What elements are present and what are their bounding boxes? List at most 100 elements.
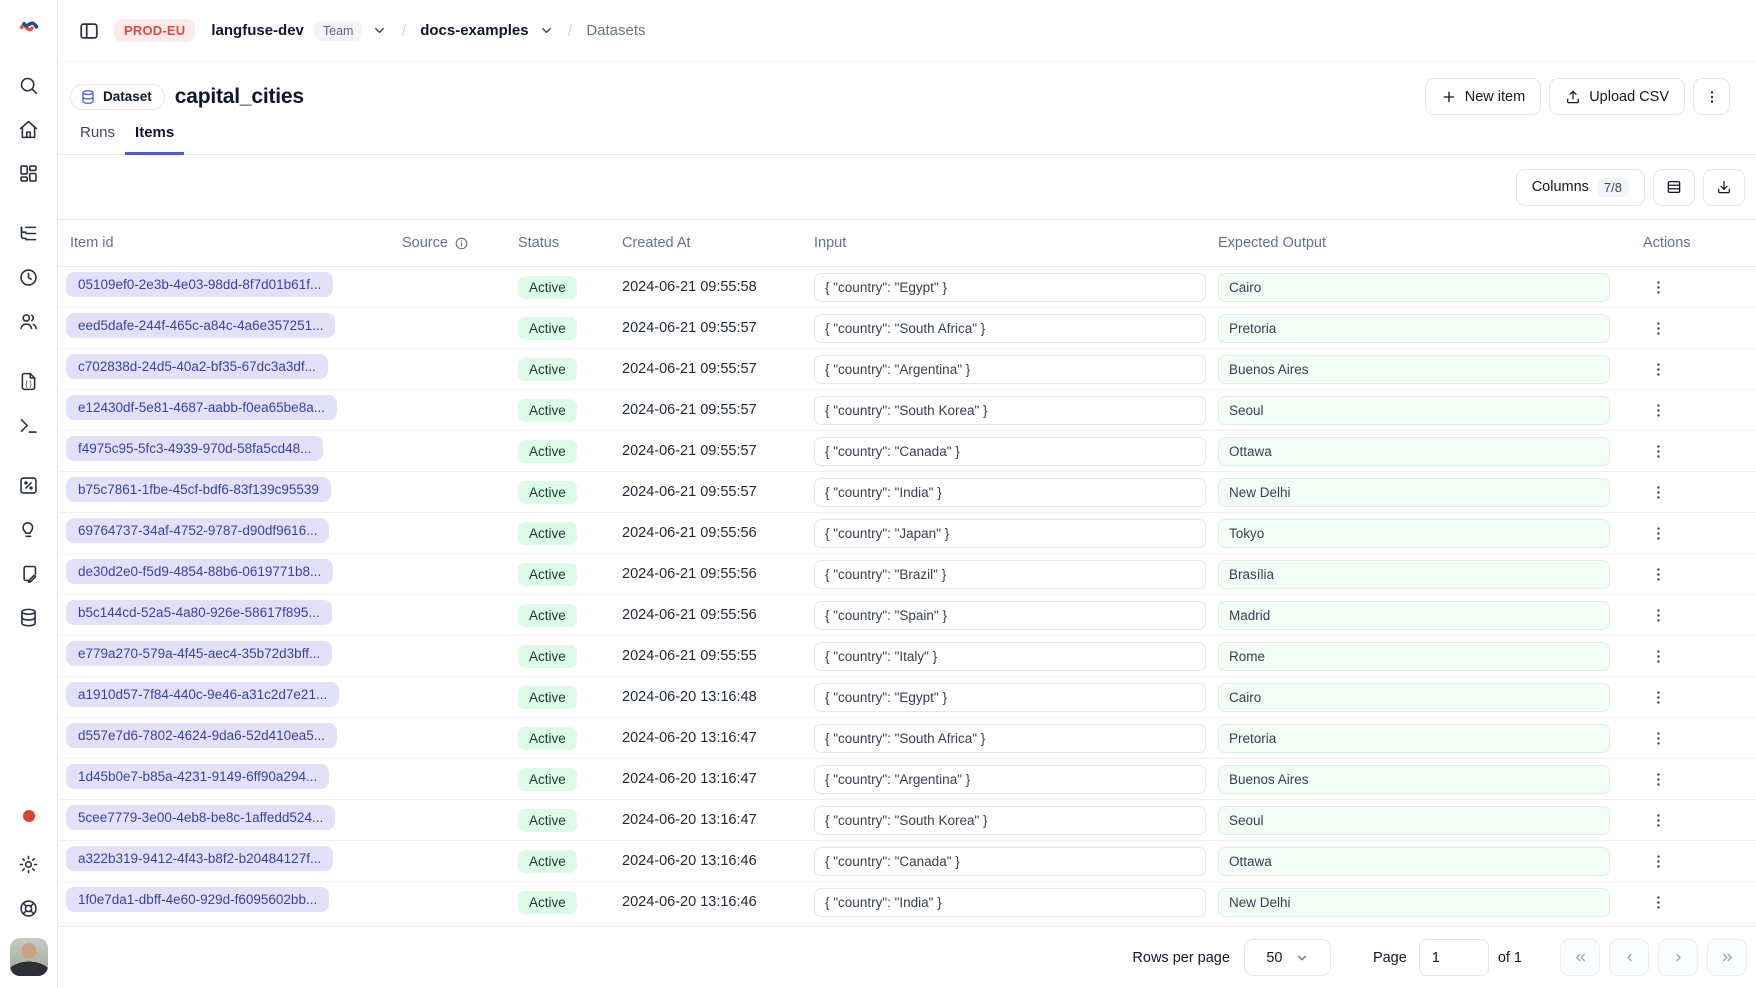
created-at-cell: 2024-06-21 09:55:55 bbox=[612, 648, 804, 664]
row-actions-button[interactable] bbox=[1643, 682, 1673, 712]
table-row[interactable]: b75c7861-1fbe-45cf-bdf6-83f139c95539 Act… bbox=[58, 472, 1756, 513]
status-badge: Active bbox=[518, 399, 577, 422]
insights-lightbulb-icon[interactable] bbox=[9, 507, 49, 551]
row-actions-button[interactable] bbox=[1643, 846, 1673, 876]
input-cell: { "country": "Japan" } bbox=[814, 519, 1206, 548]
support-lifebuoy-icon[interactable] bbox=[9, 886, 49, 930]
previous-page-button[interactable] bbox=[1609, 939, 1649, 976]
more-actions-button[interactable] bbox=[1693, 78, 1730, 115]
langfuse-logo[interactable] bbox=[16, 13, 42, 39]
table-row[interactable]: a322b319-9412-4f43-b8f2-b20484127f... Ac… bbox=[58, 841, 1756, 882]
annotation-clipboard-icon[interactable] bbox=[9, 551, 49, 595]
row-actions-button[interactable] bbox=[1643, 313, 1673, 343]
table-row[interactable]: 05109ef0-2e3b-4e03-98dd-8f7d01b61f... Ac… bbox=[58, 267, 1756, 308]
item-id-link[interactable]: d557e7d6-7802-4624-9da6-52d410ea5... bbox=[66, 723, 337, 748]
row-actions-button[interactable] bbox=[1643, 641, 1673, 671]
item-id-link[interactable]: eed5dafe-244f-465c-a84c-4a6e357251... bbox=[66, 313, 335, 338]
item-id-link[interactable]: c702838d-24d5-40a2-bf35-67dc3a3df... bbox=[66, 354, 328, 379]
org-name[interactable]: langfuse-dev bbox=[211, 22, 304, 39]
created-at-cell: 2024-06-21 09:55:57 bbox=[612, 320, 804, 336]
playground-terminal-icon[interactable] bbox=[9, 403, 49, 447]
row-actions-button[interactable] bbox=[1643, 805, 1673, 835]
item-id-link[interactable]: b5c144cd-52a5-4a80-926e-58617f895... bbox=[66, 600, 332, 625]
expected-output-cell: Buenos Aires bbox=[1218, 765, 1610, 794]
rows-per-page-select[interactable]: 50 bbox=[1244, 939, 1331, 976]
row-actions-button[interactable] bbox=[1643, 436, 1673, 466]
page-number-input[interactable] bbox=[1419, 939, 1489, 976]
row-actions-button[interactable] bbox=[1643, 395, 1673, 425]
item-id-link[interactable]: a322b319-9412-4f43-b8f2-b20484127f... bbox=[66, 846, 333, 871]
dashboard-icon[interactable] bbox=[9, 151, 49, 195]
datasets-database-icon[interactable] bbox=[9, 595, 49, 639]
org-chevron-down-icon[interactable] bbox=[372, 23, 387, 38]
row-actions-button[interactable] bbox=[1643, 518, 1673, 548]
project-chevron-down-icon[interactable] bbox=[539, 23, 554, 38]
item-id-link[interactable]: 69764737-34af-4752-9787-d90df9616... bbox=[66, 518, 329, 543]
table-row[interactable]: 69764737-34af-4752-9787-d90df9616... Act… bbox=[58, 513, 1756, 554]
item-id-link[interactable]: f4975c95-5fc3-4939-970d-58fa5cd48... bbox=[66, 436, 323, 461]
item-id-link[interactable]: b75c7861-1fbe-45cf-bdf6-83f139c95539 bbox=[66, 477, 331, 502]
table-row[interactable]: a1910d57-7f84-440c-9e46-a31c2d7e21... Ac… bbox=[58, 677, 1756, 718]
info-icon[interactable] bbox=[454, 236, 469, 251]
sessions-clock-icon[interactable] bbox=[9, 255, 49, 299]
row-actions-button[interactable] bbox=[1643, 723, 1673, 753]
table-row[interactable]: b5c144cd-52a5-4a80-926e-58617f895... Act… bbox=[58, 595, 1756, 636]
tab-items[interactable]: Items bbox=[125, 124, 184, 155]
export-button[interactable] bbox=[1703, 169, 1745, 206]
row-height-button[interactable] bbox=[1653, 169, 1695, 206]
new-item-button[interactable]: New item bbox=[1425, 78, 1541, 115]
item-id-link[interactable]: 05109ef0-2e3b-4e03-98dd-8f7d01b61f... bbox=[66, 272, 333, 297]
table-row[interactable]: 1f0e7da1-dbff-4e60-929d-f6095602bb... Ac… bbox=[58, 882, 1756, 923]
created-at-cell: 2024-06-21 09:55:56 bbox=[612, 566, 804, 582]
row-actions-button[interactable] bbox=[1643, 477, 1673, 507]
table-row[interactable]: f4975c95-5fc3-4939-970d-58fa5cd48... Act… bbox=[58, 431, 1756, 472]
project-name[interactable]: docs-examples bbox=[420, 22, 528, 39]
table-row[interactable]: e779a270-579a-4f45-aec4-35b72d3bff... Ac… bbox=[58, 636, 1756, 677]
row-actions-button[interactable] bbox=[1643, 600, 1673, 630]
item-id-link[interactable]: de30d2e0-f5d9-4854-88b6-0619771b8... bbox=[66, 559, 333, 584]
item-id-link[interactable]: 1f0e7da1-dbff-4e60-929d-f6095602bb... bbox=[66, 887, 329, 912]
kebab-icon bbox=[1650, 812, 1667, 829]
table-row[interactable]: e12430df-5e81-4687-aabb-f0ea65be8a... Ac… bbox=[58, 390, 1756, 431]
input-cell: { "country": "Canada" } bbox=[814, 437, 1206, 466]
next-page-button[interactable] bbox=[1658, 939, 1698, 976]
row-actions-button[interactable] bbox=[1643, 354, 1673, 384]
evaluation-percent-icon[interactable] bbox=[9, 463, 49, 507]
table-row[interactable]: 5cee7779-3e00-4eb8-be8c-1affedd524... Ac… bbox=[58, 800, 1756, 841]
table-row[interactable]: c702838d-24d5-40a2-bf35-67dc3a3df... Act… bbox=[58, 349, 1756, 390]
table-row[interactable]: eed5dafe-244f-465c-a84c-4a6e357251... Ac… bbox=[58, 308, 1756, 349]
table-row[interactable]: 1d45b0e7-b85a-4231-9149-6ff90a294... Act… bbox=[58, 759, 1756, 800]
created-at-cell: 2024-06-21 09:55:57 bbox=[612, 361, 804, 377]
item-id-link[interactable]: e12430df-5e81-4687-aabb-f0ea65be8a... bbox=[66, 395, 337, 420]
row-actions-button[interactable] bbox=[1643, 887, 1673, 917]
upload-csv-label: Upload CSV bbox=[1589, 89, 1669, 105]
row-actions-button[interactable] bbox=[1643, 559, 1673, 589]
upload-csv-button[interactable]: Upload CSV bbox=[1549, 78, 1685, 115]
status-badge: Active bbox=[518, 891, 577, 914]
header-actions: New item Upload CSV bbox=[1425, 78, 1730, 115]
home-icon[interactable] bbox=[9, 107, 49, 151]
table-row[interactable]: de30d2e0-f5d9-4854-88b6-0619771b8... Act… bbox=[58, 554, 1756, 595]
traces-icon[interactable] bbox=[9, 211, 49, 255]
row-actions-button[interactable] bbox=[1643, 764, 1673, 794]
row-actions-button[interactable] bbox=[1643, 272, 1673, 302]
prompts-file-icon[interactable]: { } bbox=[9, 359, 49, 403]
last-page-button[interactable] bbox=[1707, 939, 1747, 976]
tab-runs[interactable]: Runs bbox=[70, 124, 125, 155]
item-id-link[interactable]: 1d45b0e7-b85a-4231-9149-6ff90a294... bbox=[66, 764, 329, 789]
chevron-left-icon bbox=[1622, 950, 1637, 965]
search-icon[interactable] bbox=[9, 63, 49, 107]
record-dot-icon[interactable] bbox=[23, 810, 35, 822]
item-id-link[interactable]: 5cee7779-3e00-4eb8-be8c-1affedd524... bbox=[66, 805, 335, 830]
panel-toggle-icon[interactable] bbox=[74, 16, 104, 46]
users-icon[interactable] bbox=[9, 299, 49, 343]
item-id-link[interactable]: a1910d57-7f84-440c-9e46-a31c2d7e21... bbox=[66, 682, 339, 707]
table-row[interactable]: d557e7d6-7802-4624-9da6-52d410ea5... Act… bbox=[58, 718, 1756, 759]
col-header-item-id: Item id bbox=[58, 235, 392, 251]
columns-button[interactable]: Columns 7/8 bbox=[1516, 169, 1645, 206]
first-page-button[interactable] bbox=[1560, 939, 1600, 976]
user-avatar[interactable] bbox=[10, 938, 48, 976]
item-id-link[interactable]: e779a270-579a-4f45-aec4-35b72d3bff... bbox=[66, 641, 332, 666]
expected-output-cell: Cairo bbox=[1218, 683, 1610, 712]
settings-gear-icon[interactable] bbox=[9, 842, 49, 886]
